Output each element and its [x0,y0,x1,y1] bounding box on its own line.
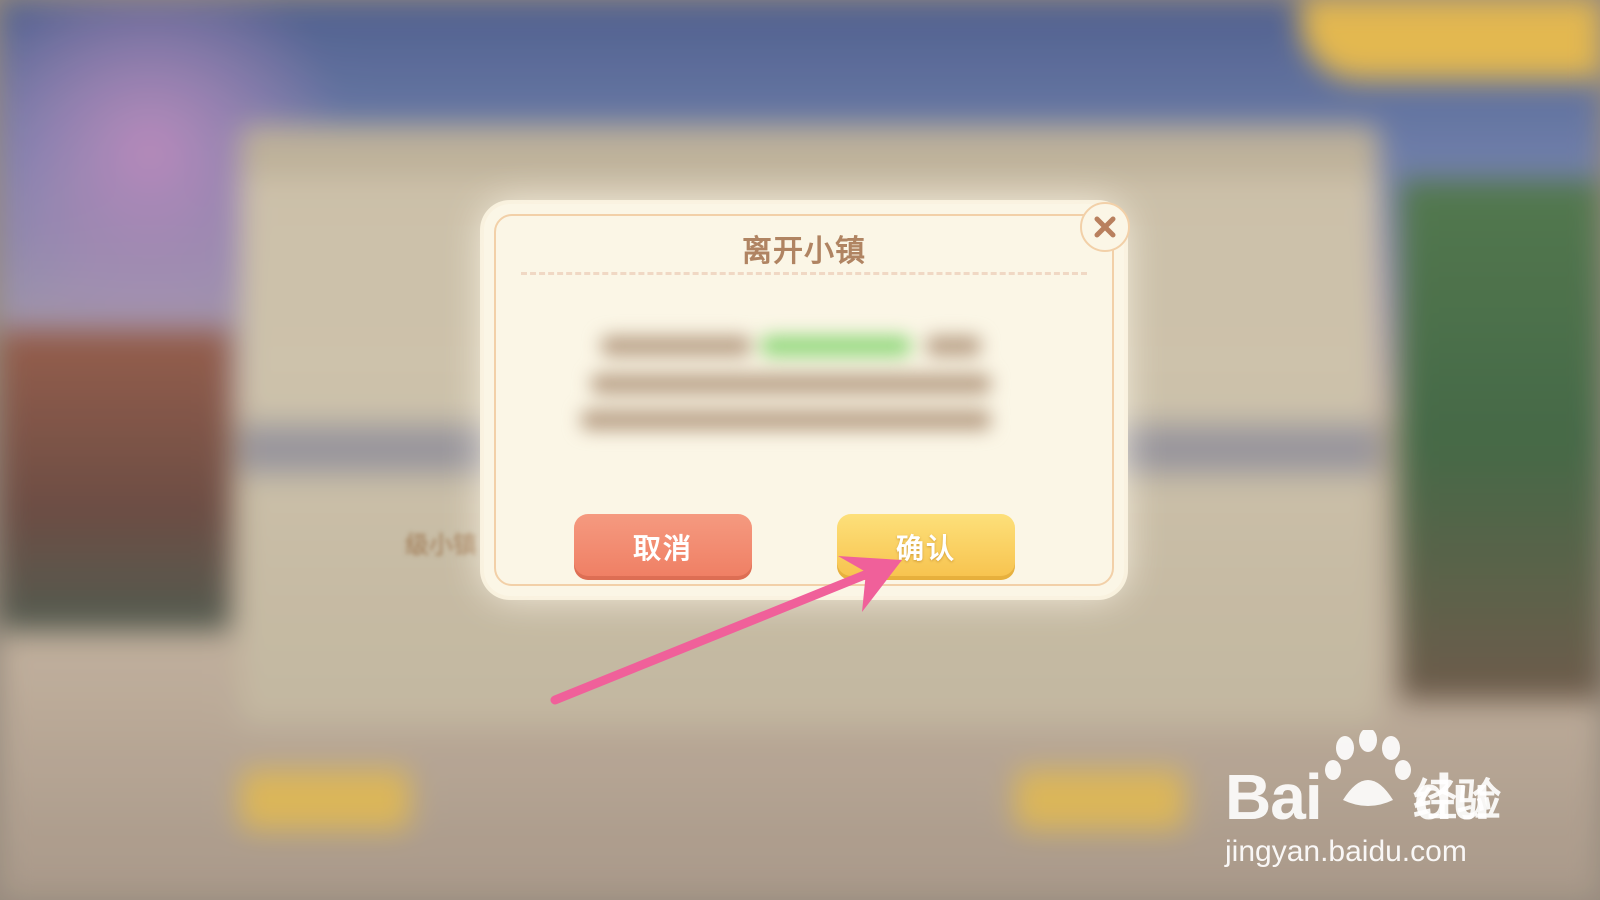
watermark-url: jingyan.baidu.com [1225,835,1467,868]
watermark-brand-left: Bai [1225,761,1323,833]
message-line [581,410,991,430]
dialog-title: 离开小镇 [742,234,866,269]
cancel-button[interactable]: 取消 [574,514,752,580]
watermark-jingyan: 经验 [1413,775,1501,826]
close-button[interactable] [1080,202,1130,252]
message-line [926,336,981,356]
dialog-message-blurred [581,326,991,446]
message-highlight [761,336,911,356]
paw-icon [1325,730,1411,806]
message-line [591,374,991,394]
message-line [601,336,751,356]
confirm-button[interactable]: 确认 [837,514,1015,580]
close-icon [1094,216,1116,238]
dialog-frame: 离开小镇 取消 确认 [494,214,1114,586]
leave-town-dialog: 离开小镇 取消 确认 [484,202,1130,596]
baidu-jingyan-watermark: Bai du 经验 jingyan.baidu.com [1225,730,1535,870]
title-divider [521,272,1087,275]
